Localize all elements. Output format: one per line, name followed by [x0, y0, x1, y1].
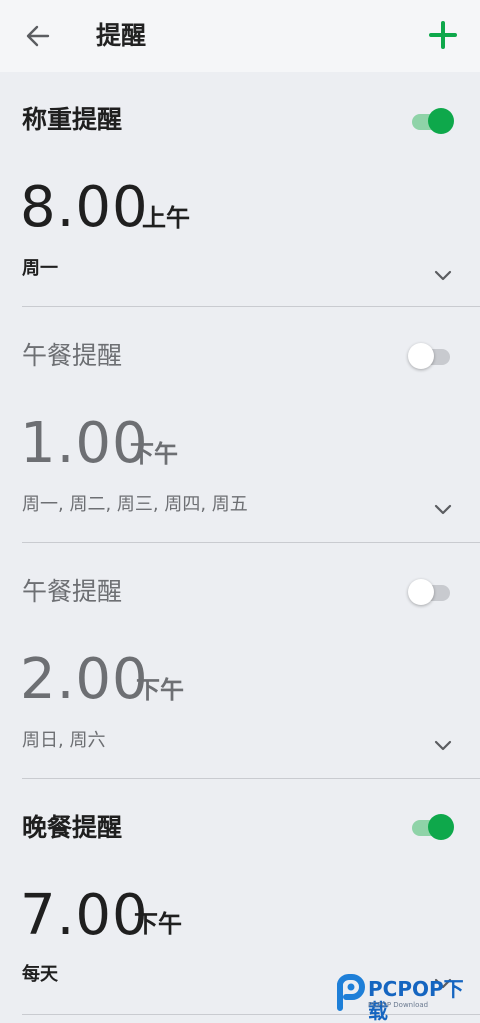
page-title: 提醒: [96, 21, 147, 50]
app-bar: 提醒: [0, 0, 480, 72]
chevron-down-icon[interactable]: [432, 738, 454, 752]
reminder-ampm: 下午: [136, 676, 184, 704]
reminder-toggle[interactable]: [408, 577, 456, 607]
reminder-name: 晚餐提醒: [22, 813, 123, 842]
reminder-card-lunch-2: 午餐提醒 2.00 下午 周日, 周六: [0, 544, 480, 780]
pcpop-watermark: PCPOP下载 PCPOP Download: [332, 972, 478, 1022]
reminder-days: 每天: [22, 964, 58, 985]
toggle-knob: [408, 579, 434, 605]
reminder-card-weighing: 称重提醒 8.00 上午 周一: [0, 72, 480, 308]
reminder-days: 周日, 周六: [22, 730, 106, 751]
toggle-knob: [428, 108, 454, 134]
reminder-card-lunch-1: 午餐提醒 1.00 下午 周一, 周二, 周三, 周四, 周五: [0, 308, 480, 544]
reminder-time[interactable]: 8.00: [20, 176, 149, 240]
chevron-down-icon[interactable]: [432, 268, 454, 282]
reminder-days: 周一: [22, 258, 58, 279]
add-reminder-plus-icon[interactable]: [428, 20, 458, 50]
reminder-toggle[interactable]: [408, 106, 456, 136]
watermark-subtext: PCPOP Download: [368, 1001, 429, 1009]
reminder-name: 称重提醒: [22, 105, 123, 134]
reminder-ampm: 下午: [134, 910, 182, 938]
reminder-time[interactable]: 2.00: [20, 648, 149, 712]
reminder-name: 午餐提醒: [22, 341, 123, 370]
reminder-days: 周一, 周二, 周三, 周四, 周五: [22, 494, 248, 515]
toggle-knob: [408, 343, 434, 369]
pcpop-logo-icon: [337, 974, 365, 1011]
reminder-ampm: 上午: [142, 204, 190, 232]
divider: [22, 542, 480, 543]
reminder-ampm: 下午: [130, 440, 178, 468]
toggle-knob: [428, 814, 454, 840]
reminder-name: 午餐提醒: [22, 577, 123, 606]
reminder-toggle[interactable]: [408, 341, 456, 371]
back-arrow-icon[interactable]: [24, 22, 52, 50]
divider: [22, 778, 480, 779]
chevron-down-icon[interactable]: [432, 502, 454, 516]
reminder-time[interactable]: 7.00: [20, 884, 149, 948]
divider: [22, 306, 480, 307]
reminder-toggle[interactable]: [408, 812, 456, 842]
